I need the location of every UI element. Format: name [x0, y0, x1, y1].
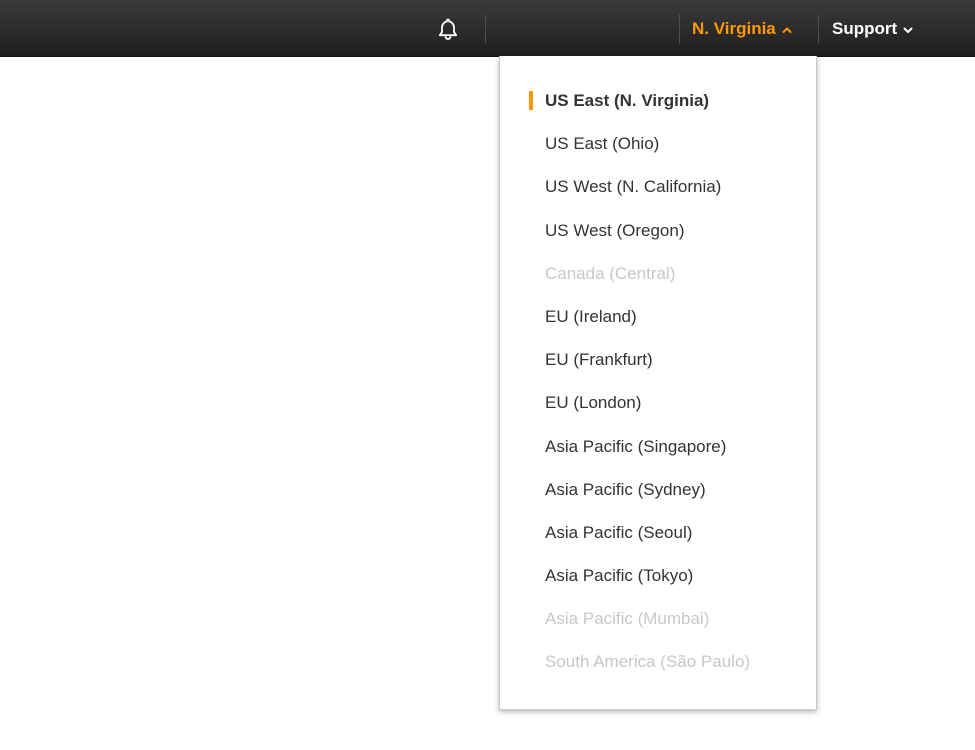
- region-option[interactable]: Asia Pacific (Tokyo): [500, 554, 816, 597]
- support-label: Support: [832, 19, 898, 38]
- region-option: Canada (Central): [500, 252, 816, 295]
- region-option-label: South America (São Paulo): [545, 652, 751, 672]
- caret-up-icon: [782, 19, 792, 39]
- region-option[interactable]: US East (N. Virginia): [500, 79, 816, 122]
- region-option-label: Asia Pacific (Mumbai): [545, 609, 710, 629]
- region-option-label: Asia Pacific (Singapore): [545, 436, 727, 456]
- region-option-label: EU (London): [545, 393, 642, 413]
- region-option-label: Asia Pacific (Seoul): [545, 522, 693, 542]
- region-option-label: EU (Frankfurt): [545, 350, 653, 370]
- region-option-label: EU (Ireland): [545, 306, 637, 326]
- region-option[interactable]: Asia Pacific (Sydney): [500, 468, 816, 511]
- caret-down-icon: [903, 19, 913, 39]
- region-option-label: Asia Pacific (Tokyo): [545, 566, 694, 586]
- bell-icon[interactable]: [436, 17, 460, 41]
- region-option-label: US West (N. California): [545, 177, 722, 197]
- region-option-label: Canada (Central): [545, 263, 676, 283]
- region-option[interactable]: EU (Ireland): [500, 295, 816, 338]
- region-option-label: US East (Ohio): [545, 134, 660, 154]
- region-option[interactable]: Asia Pacific (Seoul): [500, 511, 816, 554]
- topbar-divider: [679, 14, 680, 44]
- topbar-divider: [485, 14, 486, 44]
- region-option-label: US East (N. Virginia): [545, 91, 710, 110]
- region-selector-button[interactable]: N. Virginia: [692, 19, 792, 39]
- support-menu-button[interactable]: Support: [832, 19, 913, 39]
- region-option[interactable]: EU (London): [500, 381, 816, 424]
- top-navigation-bar: N. Virginia Support: [0, 0, 975, 57]
- region-option: South America (São Paulo): [500, 640, 816, 683]
- region-option[interactable]: Asia Pacific (Singapore): [500, 425, 816, 468]
- region-option[interactable]: US East (Ohio): [500, 122, 816, 165]
- region-option[interactable]: US West (Oregon): [500, 209, 816, 252]
- region-option[interactable]: EU (Frankfurt): [500, 338, 816, 381]
- region-option-label: US West (Oregon): [545, 220, 685, 240]
- region-list: US East (N. Virginia) US East (Ohio) US We…: [500, 79, 816, 684]
- region-dropdown-menu: US East (N. Virginia) US East (Ohio) US We…: [499, 56, 817, 710]
- region-label: N. Virginia: [692, 19, 776, 38]
- region-option[interactable]: US West (N. California): [500, 165, 816, 208]
- topbar-divider: [818, 14, 819, 44]
- region-option: Asia Pacific (Mumbai): [500, 597, 816, 640]
- selected-indicator: [529, 91, 533, 110]
- region-option-label: Asia Pacific (Sydney): [545, 479, 706, 499]
